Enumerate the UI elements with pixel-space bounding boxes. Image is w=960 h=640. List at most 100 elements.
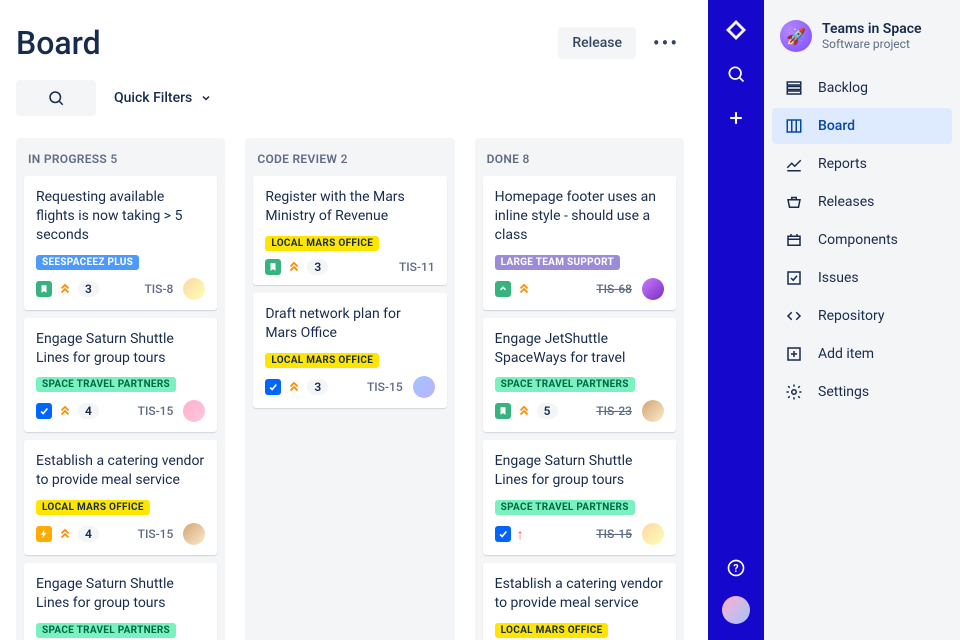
project-nav: Backlog Board Reports Releases Components Iss… (772, 70, 952, 410)
column-header: IN PROGRESS 5 (24, 146, 217, 176)
product-logo[interactable] (724, 18, 748, 42)
issue-type-icon (495, 281, 511, 297)
card-meta: 4 TIS-15 (36, 523, 205, 545)
nav-label: Issues (818, 270, 859, 286)
backlog-icon (784, 78, 804, 98)
board-main: Board Release ••• Quick Filters IN PROGR… (0, 0, 708, 640)
reports-icon (784, 154, 804, 174)
card-meta: 3 TIS-11 (265, 259, 434, 275)
nav-item-repository[interactable]: Repository (772, 298, 952, 334)
issue-type-icon (265, 379, 281, 395)
priority-icon (287, 380, 301, 394)
global-search-button[interactable] (724, 62, 748, 86)
priority-icon (517, 404, 531, 418)
epic-tag: SPACE TRAVEL PARTNERS (495, 500, 635, 515)
issue-card[interactable]: Engage Saturn Shuttle Lines for group to… (24, 318, 217, 433)
issue-card[interactable]: Establish a catering vendor to provide m… (24, 440, 217, 555)
nav-label: Reports (818, 156, 867, 172)
project-type: Software project (822, 37, 922, 51)
issue-type-icon (36, 281, 52, 297)
priority-icon: ↑ (517, 526, 524, 543)
project-logo: 🚀 (780, 20, 812, 52)
issue-key: TIS-15 (596, 527, 632, 541)
card-meta: 3 TIS-8 (36, 278, 205, 300)
assignee-avatar (183, 278, 205, 300)
card-title: Establish a catering vendor to provide m… (495, 575, 664, 613)
assignee-avatar (642, 278, 664, 300)
add-icon (784, 344, 804, 364)
help-button[interactable]: ? (724, 556, 748, 580)
card-title: Engage Saturn Shuttle Lines for group to… (36, 330, 205, 368)
search-input[interactable] (16, 80, 96, 116)
card-title: Engage Saturn Shuttle Lines for group to… (495, 452, 664, 490)
story-points-badge: 3 (78, 281, 99, 297)
nav-item-settings[interactable]: Settings (772, 374, 952, 410)
profile-avatar[interactable] (722, 596, 750, 624)
issue-type-icon (36, 526, 52, 542)
board-column: CODE REVIEW 2 Register with the Mars Mini… (245, 138, 454, 640)
components-icon (784, 230, 804, 250)
issue-card[interactable]: Register with the Mars Ministry of Reven… (253, 176, 446, 285)
column-name: CODE REVIEW (257, 152, 337, 166)
epic-tag: SEESPACEEZ PLUS (36, 255, 139, 270)
nav-item-add[interactable]: Add item (772, 336, 952, 372)
nav-item-board[interactable]: Board (772, 108, 952, 144)
header: Board Release ••• (16, 24, 684, 62)
issue-card[interactable]: Requesting available flights is now taki… (24, 176, 217, 310)
svg-text:?: ? (733, 562, 738, 575)
nav-item-issues[interactable]: Issues (772, 260, 952, 296)
issue-card[interactable]: Engage JetShuttle SpaceWays for travel S… (483, 318, 676, 433)
issue-card[interactable]: Engage Saturn Shuttle Lines for group to… (24, 563, 217, 640)
card-title: Requesting available flights is now taki… (36, 188, 205, 245)
assignee-avatar (183, 523, 205, 545)
priority-icon (517, 282, 531, 296)
project-sidebar: 🚀 Teams in Space Software project Backlo… (764, 0, 960, 640)
epic-tag: SPACE TRAVEL PARTNERS (36, 623, 176, 638)
quick-filters-dropdown[interactable]: Quick Filters (114, 90, 212, 106)
column-count: 2 (341, 152, 348, 166)
assignee-avatar (642, 400, 664, 422)
issue-key: TIS-8 (144, 282, 173, 296)
plus-icon (726, 108, 746, 128)
story-points-badge: 5 (537, 403, 558, 419)
issue-key: TIS-15 (138, 527, 174, 541)
epic-tag: LARGE TEAM SUPPORT (495, 255, 620, 270)
issue-card[interactable]: Homepage footer uses an inline style - s… (483, 176, 676, 310)
project-name: Teams in Space (822, 21, 922, 37)
story-points-badge: 3 (307, 379, 328, 395)
nav-label: Releases (818, 194, 874, 210)
board-columns: IN PROGRESS 5 Requesting available flight… (16, 138, 684, 640)
issue-type-icon (265, 259, 281, 275)
nav-item-reports[interactable]: Reports (772, 146, 952, 182)
card-title: Homepage footer uses an inline style - s… (495, 188, 664, 245)
issue-card[interactable]: Establish a catering vendor to provide m… (483, 563, 676, 640)
nav-item-backlog[interactable]: Backlog (772, 70, 952, 106)
more-button[interactable]: ••• (648, 25, 684, 61)
epic-tag: SPACE TRAVEL PARTNERS (36, 377, 176, 392)
search-icon (47, 89, 65, 107)
column-count: 8 (523, 152, 530, 166)
priority-icon (58, 404, 72, 418)
global-nav-rail: ? (708, 0, 764, 640)
nav-label: Add item (818, 346, 874, 362)
priority-icon (287, 260, 301, 274)
quick-filters-label: Quick Filters (114, 90, 192, 106)
issue-card[interactable]: Draft network plan for Mars Office LOCAL… (253, 293, 446, 408)
repository-icon (784, 306, 804, 326)
help-icon: ? (726, 558, 746, 578)
assignee-avatar (642, 523, 664, 545)
nav-item-releases[interactable]: Releases (772, 184, 952, 220)
issue-card[interactable]: Engage Saturn Shuttle Lines for group to… (483, 440, 676, 555)
ellipsis-icon: ••• (653, 31, 679, 55)
issue-type-icon (495, 403, 511, 419)
global-create-button[interactable] (724, 106, 748, 130)
story-points-badge: 4 (78, 403, 99, 419)
project-header[interactable]: 🚀 Teams in Space Software project (772, 20, 952, 70)
issue-type-icon (36, 403, 52, 419)
nav-label: Board (818, 118, 855, 134)
issue-key: TIS-23 (596, 404, 632, 418)
nav-item-components[interactable]: Components (772, 222, 952, 258)
issue-key: TIS-15 (138, 404, 174, 418)
nav-label: Backlog (818, 80, 868, 96)
release-button[interactable]: Release (558, 27, 636, 59)
